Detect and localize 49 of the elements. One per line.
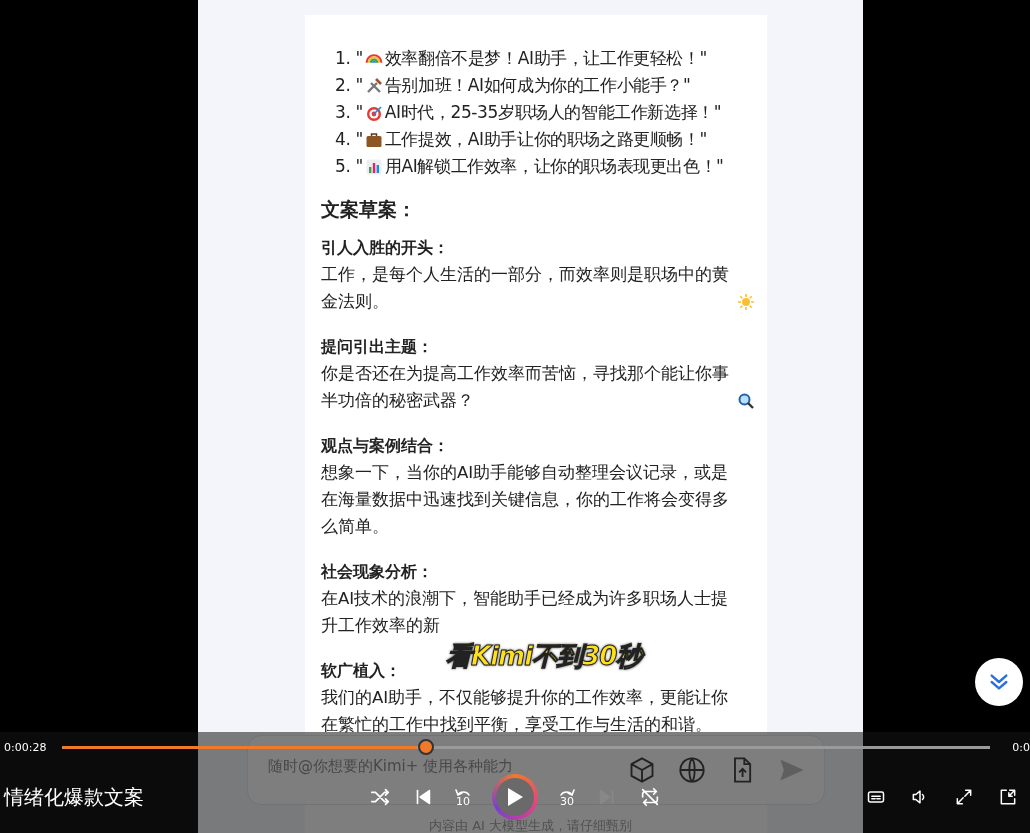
title-option: 告别加班！AI如何成为你的工作小能手？" (384, 72, 691, 99)
list-number: 4. (335, 128, 351, 151)
paragraph-text: 想象一下，当你的AI助手能够自动整理会议记录，或是在海量数据中迅速找到关键信息，你的工作将会变得多么简单。 (321, 462, 730, 538)
paragraph-title: 引人入胜的开头： (321, 237, 449, 259)
paragraph-text: 在AI技术的浪潮下，智能助手已经成为许多职场人士提升工作效率的新 (321, 588, 730, 637)
paragraph-text: 你是否还在为提高工作效率而苦恼，寻找那个能让你事半功倍的秘密武器？ (321, 363, 730, 412)
quote-mark: " (355, 128, 363, 151)
paragraph-title: 软广植入： (321, 660, 401, 682)
magnifier-icon (737, 392, 755, 410)
quote-mark: " (355, 155, 363, 178)
title-option: 工作提效，AI助手让你的职场之路更顺畅！" (384, 126, 707, 153)
paragraph-title: 社会现象分析： (321, 561, 433, 583)
list-number: 5. (335, 155, 351, 178)
double-chevron-down-icon (988, 671, 1010, 693)
title-option: 用AI解锁工作效率，让你的职场表现更出色！" (384, 153, 724, 180)
section-heading: 文案草案： (321, 197, 417, 222)
target-icon (364, 103, 383, 122)
bar-chart-icon (364, 157, 383, 176)
scroll-down-button[interactable] (975, 658, 1023, 706)
globe-icon[interactable] (678, 756, 706, 784)
quote-mark: " (355, 47, 363, 70)
quote-mark: " (355, 101, 363, 124)
picture-in-picture-icon[interactable] (998, 787, 1018, 807)
paragraph-title: 提问引出主题： (321, 336, 433, 358)
counterclockwise-arrow-icon (455, 787, 471, 796)
loop-off-icon[interactable] (639, 786, 661, 808)
total-time: 0:0 (1011, 740, 1030, 754)
elapsed-time: 0:00:28 (3, 740, 48, 754)
progress-handle[interactable] (417, 739, 434, 755)
paragraph-text: 我们的AI助手，不仅能够提升你的工作效率，更能让你在繁忙的工作中找到平衡，享受工作与生活的和谐。 (321, 687, 730, 736)
title-option: AI时代，25-35岁职场人的智能工作新选择！" (384, 99, 722, 126)
forward-button[interactable]: 30 (559, 787, 575, 807)
cube-icon[interactable] (628, 756, 656, 784)
list-number: 1. (335, 47, 351, 70)
quote-mark: " (355, 74, 363, 97)
fullscreen-icon[interactable] (954, 787, 974, 807)
title-option: 效率翻倍不是梦！AI助手，让工作更轻松！" (384, 45, 707, 72)
shuffle-icon[interactable] (369, 786, 391, 808)
briefcase-icon (364, 130, 383, 149)
paragraph-title: 观点与案例结合： (321, 435, 449, 457)
sun-icon (737, 293, 755, 311)
rewind-button[interactable]: 10 (455, 787, 471, 807)
list-number: 2. (335, 74, 351, 97)
list-number: 3. (335, 101, 351, 124)
clockwise-arrow-icon (559, 787, 575, 796)
video-title: 情绪化爆款文案 (2, 783, 145, 811)
paragraph-text: 工作，是每个人生活的一部分，而效率则是职场中的黄金法则。 (321, 264, 730, 313)
rainbow-icon (364, 53, 383, 64)
play-icon (505, 786, 525, 808)
